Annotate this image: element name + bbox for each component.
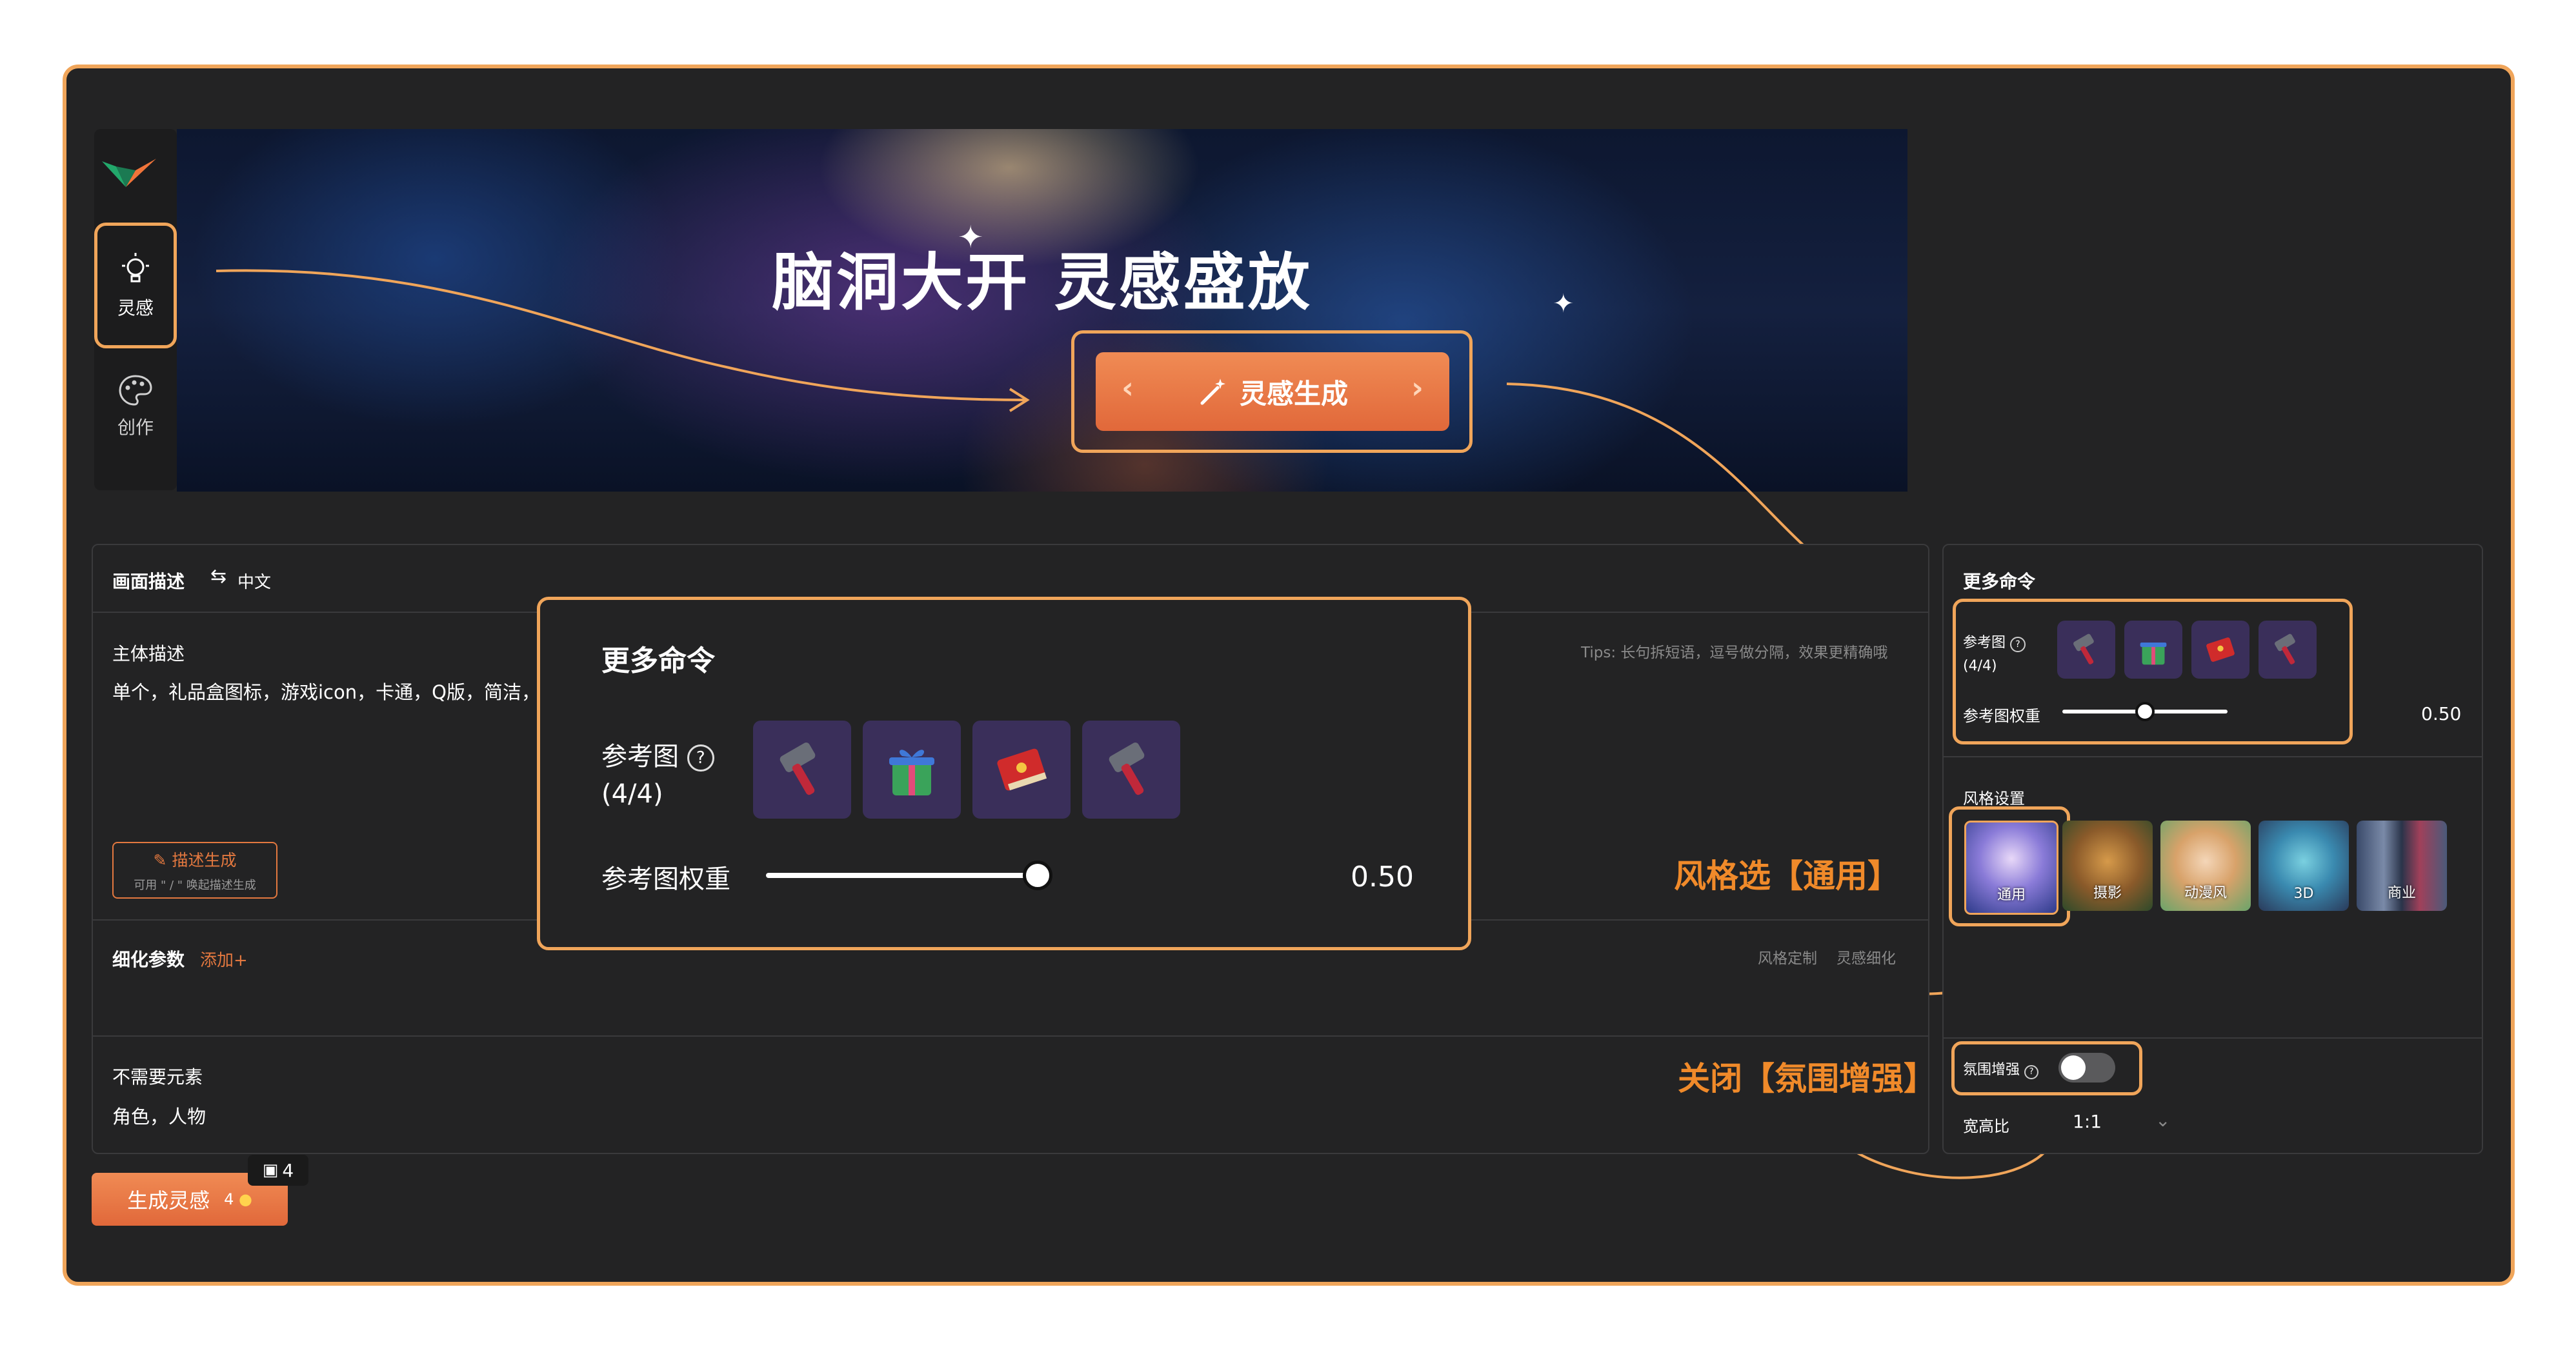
tips-text: Tips: 长句拆短语，逗号做分隔，效果更精确哦 [1581,644,1888,661]
style-card-general[interactable]: 通用 [1964,821,2058,915]
describe-generate-button[interactable]: ✎ 描述生成 可用 " / " 唤起描述生成 [112,842,277,899]
hammer-icon [2275,634,2295,664]
style-card-photo[interactable]: 摄影 [2062,821,2153,911]
hammer-icon [1109,743,1145,795]
add-refine-button[interactable]: 添加+ [200,947,248,971]
style-label-anime: 动漫风 [2184,885,2227,901]
popup-weight-slider-track[interactable] [766,873,1037,878]
image-icon: ▣ [262,1161,279,1180]
describe-hint: 可用 " / " 唤起描述生成 [134,879,256,892]
annotation-ambience: 关闭【氛围增强】 [1678,1060,1936,1097]
swap-icon[interactable]: ⇆ [210,565,226,588]
popup-weight-slider-handle[interactable] [1023,861,1052,890]
chevron-down-icon[interactable]: ⌄ [2155,1110,2170,1131]
help-icon[interactable]: ? [2024,1065,2039,1079]
divider [92,1035,1929,1037]
right-weight-label: 参考图权重 [1963,707,2040,725]
right-ref-thumb-hammer-1[interactable] [2057,621,2115,679]
refine-label: 细化参数 [112,949,185,970]
popup-ref-count: (4/4) [601,779,663,809]
style-label-general: 通用 [1997,887,2026,903]
ref-thumb-hammer-2[interactable] [1082,721,1180,819]
popup-ref-label-text: 参考图 [601,742,679,772]
ref-thumb-hammer-1[interactable] [753,721,851,819]
right-weight-value: 0.50 [2421,703,2462,724]
style-settings-label: 风格设置 [1963,790,2025,808]
right-ref-thumb-gift[interactable] [2124,621,2182,679]
subject-input[interactable]: 单个，礼品盒图标，游戏icon，卡通，Q版，简洁，简 [112,677,538,704]
coin-icon: ● [234,1190,252,1208]
ratio-label: 宽高比 [1963,1117,2009,1135]
ratio-select[interactable]: 1:1 [2073,1111,2102,1132]
red-book-icon [997,748,1047,791]
annotation-style: 风格选【通用】 [1674,857,1900,895]
gift-box-icon [2140,642,2167,665]
ambience-label-text: 氛围增强 [1963,1062,2020,1078]
subject-label: 主体描述 [112,643,185,664]
popup-title: 更多命令 [601,644,715,677]
negative-input[interactable]: 角色，人物 [112,1102,206,1129]
gift-box-icon [889,750,934,795]
help-icon[interactable]: ? [687,744,714,772]
right-ref-label: 参考图 ? [1963,631,2026,652]
right-ref-thumb-hammer-2[interactable] [2259,621,2317,679]
hammer-icon [780,743,816,795]
right-ref-label-text: 参考图 [1963,635,2006,651]
popup-weight-value: 0.50 [1351,861,1414,893]
style-card-commercial[interactable]: 商业 [2357,821,2447,911]
generate-inspiration-label: 生成灵感 [127,1188,210,1213]
ref-thumb-book[interactable] [972,721,1071,819]
hammer-icon [2073,634,2094,664]
toggle-knob [2061,1055,2086,1080]
quota-badge: ▣ 4 [248,1155,308,1186]
help-icon[interactable]: ? [2010,637,2026,652]
pencil-icon: ✎ [153,851,172,870]
generate-cost: 4 [224,1190,234,1208]
style-label-commercial: 商业 [2387,885,2416,901]
section-title-description: 画面描述 [112,571,185,592]
tag-inspiration-refine[interactable]: 灵感细化 [1836,946,1896,968]
more-commands-zoom: 更多命令 参考图 ? (4/4) 参考图权重 0.50 [537,597,1471,950]
negative-label: 不需要元素 [112,1066,203,1088]
describe-generate-label: 描述生成 [172,851,237,870]
ambience-toggle[interactable] [2058,1053,2115,1083]
style-label-photo: 摄影 [2093,885,2122,901]
style-card-3d[interactable]: 3D [2259,821,2349,911]
red-book-icon [2206,637,2235,662]
tag-style-custom[interactable]: 风格定制 [1758,946,1817,968]
divider [1942,1037,2483,1039]
ref-thumb-gift[interactable] [863,721,961,819]
popup-ref-label: 参考图 ? [601,735,714,773]
right-ref-thumb-book[interactable] [2191,621,2249,679]
right-ref-count: (4/4) [1963,658,1997,674]
language-toggle[interactable]: 中文 [237,569,271,593]
right-panel-title: 更多命令 [1963,571,2036,592]
style-card-anime[interactable]: 动漫风 [2160,821,2251,911]
popup-weight-label: 参考图权重 [601,864,730,894]
divider [1942,756,2483,757]
right-weight-slider-handle[interactable] [2135,702,2155,721]
ambience-label: 氛围增强 ? [1963,1058,2039,1079]
style-label-3d: 3D [2293,886,2314,902]
quota-count: 4 [282,1159,294,1181]
